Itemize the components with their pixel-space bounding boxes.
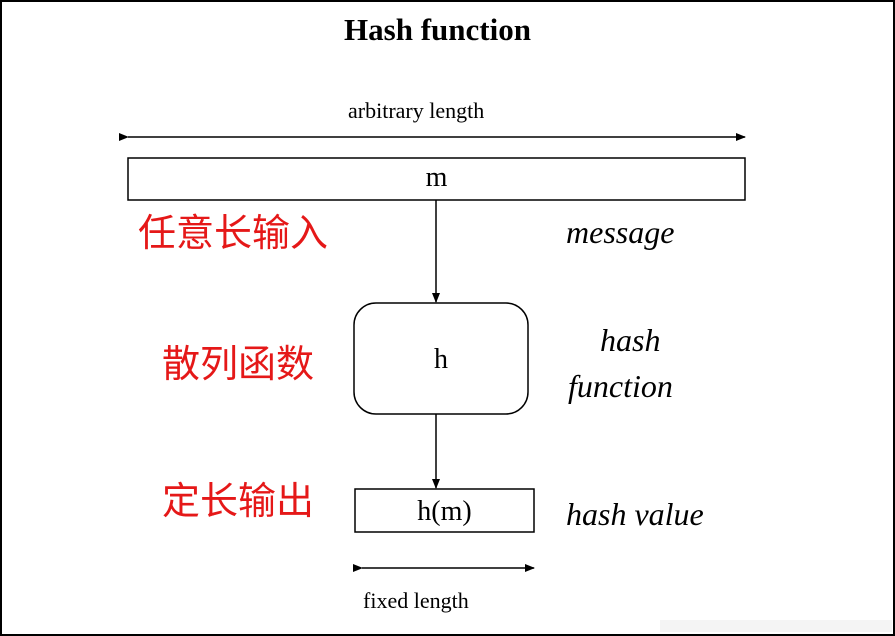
- diagram-lines: [119, 133, 746, 572]
- output-box-text: h(m): [417, 496, 472, 527]
- diagram-title: Hash function: [344, 12, 531, 47]
- function-box-text: h: [434, 344, 448, 375]
- output-annotation: 定长输出: [162, 479, 315, 523]
- input-annotation: 任意长输入: [138, 211, 329, 255]
- hash-value-label: hash value: [566, 496, 704, 532]
- hash-function-label-line2: function: [568, 368, 673, 404]
- fixed-length-label: fixed length: [363, 588, 469, 613]
- message-label: message: [566, 214, 675, 250]
- hash-function-label-line1: hash: [600, 322, 661, 358]
- arbitrary-length-label: arbitrary length: [348, 98, 485, 123]
- corner-shadow: [660, 620, 892, 632]
- message-box-text: m: [425, 162, 448, 193]
- function-annotation: 散列函数: [162, 342, 315, 386]
